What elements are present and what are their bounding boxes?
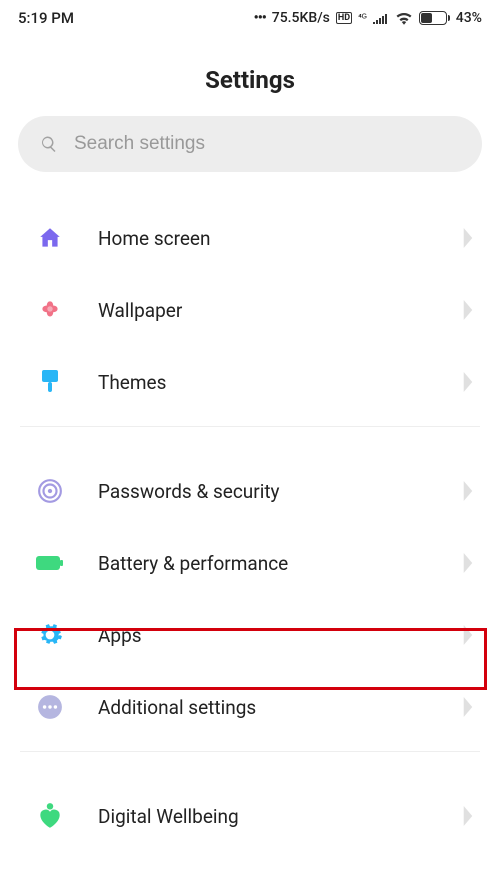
- gear-icon: [36, 621, 64, 649]
- row-label: Home screen: [98, 227, 462, 250]
- battery-icon: [419, 11, 450, 25]
- row-apps[interactable]: Apps: [0, 599, 500, 671]
- search-bar[interactable]: [18, 116, 482, 172]
- row-passwords-security[interactable]: Passwords & security: [0, 455, 500, 527]
- search-input[interactable]: [74, 133, 460, 155]
- net-speed: 75.5KB/s: [272, 10, 330, 26]
- volte-icon: HD: [336, 12, 352, 24]
- row-label: Additional settings: [98, 696, 462, 719]
- fingerprint-icon: [36, 477, 64, 505]
- divider: [20, 426, 480, 427]
- chevron-right-icon: [462, 481, 474, 501]
- dots-icon: [36, 693, 64, 721]
- menu-dots-icon: •••: [254, 10, 266, 26]
- row-label: Passwords & security: [98, 480, 462, 503]
- home-icon: [36, 224, 64, 252]
- row-home-screen[interactable]: Home screen: [0, 202, 500, 274]
- row-label: Wallpaper: [98, 299, 462, 322]
- chevron-right-icon: [462, 625, 474, 645]
- page-title: Settings: [0, 66, 500, 94]
- chevron-right-icon: [462, 697, 474, 717]
- row-additional-settings[interactable]: Additional settings: [0, 671, 500, 743]
- row-themes[interactable]: Themes: [0, 346, 500, 418]
- battery-icon: [36, 549, 64, 577]
- chevron-right-icon: [462, 553, 474, 573]
- row-label: Themes: [98, 371, 462, 394]
- flower-icon: [36, 296, 64, 324]
- divider: [20, 751, 480, 752]
- row-battery-performance[interactable]: Battery & performance: [0, 527, 500, 599]
- settings-list: Home screen Wallpaper Themes Passwords &…: [0, 202, 500, 852]
- chevron-right-icon: [462, 806, 474, 826]
- brush-icon: [36, 368, 64, 396]
- row-label: Battery & performance: [98, 552, 462, 575]
- status-time: 5:19 PM: [18, 9, 74, 27]
- heart-icon: [36, 802, 64, 830]
- chevron-right-icon: [462, 372, 474, 392]
- row-label: Digital Wellbeing: [98, 805, 462, 828]
- battery-pct: 43%: [456, 10, 482, 26]
- row-digital-wellbeing[interactable]: Digital Wellbeing: [0, 780, 500, 852]
- search-icon: [40, 135, 58, 153]
- status-bar: 5:19 PM ••• 75.5KB/s HD ⁴ᴳ 43%: [0, 0, 500, 36]
- row-wallpaper[interactable]: Wallpaper: [0, 274, 500, 346]
- wifi-icon: [395, 11, 413, 25]
- chevron-right-icon: [462, 300, 474, 320]
- row-label: Apps: [98, 624, 462, 647]
- signal-icon: ⁴ᴳ: [358, 13, 367, 24]
- chevron-right-icon: [462, 228, 474, 248]
- status-right: ••• 75.5KB/s HD ⁴ᴳ 43%: [254, 10, 482, 26]
- cell-signal-icon: [373, 12, 389, 24]
